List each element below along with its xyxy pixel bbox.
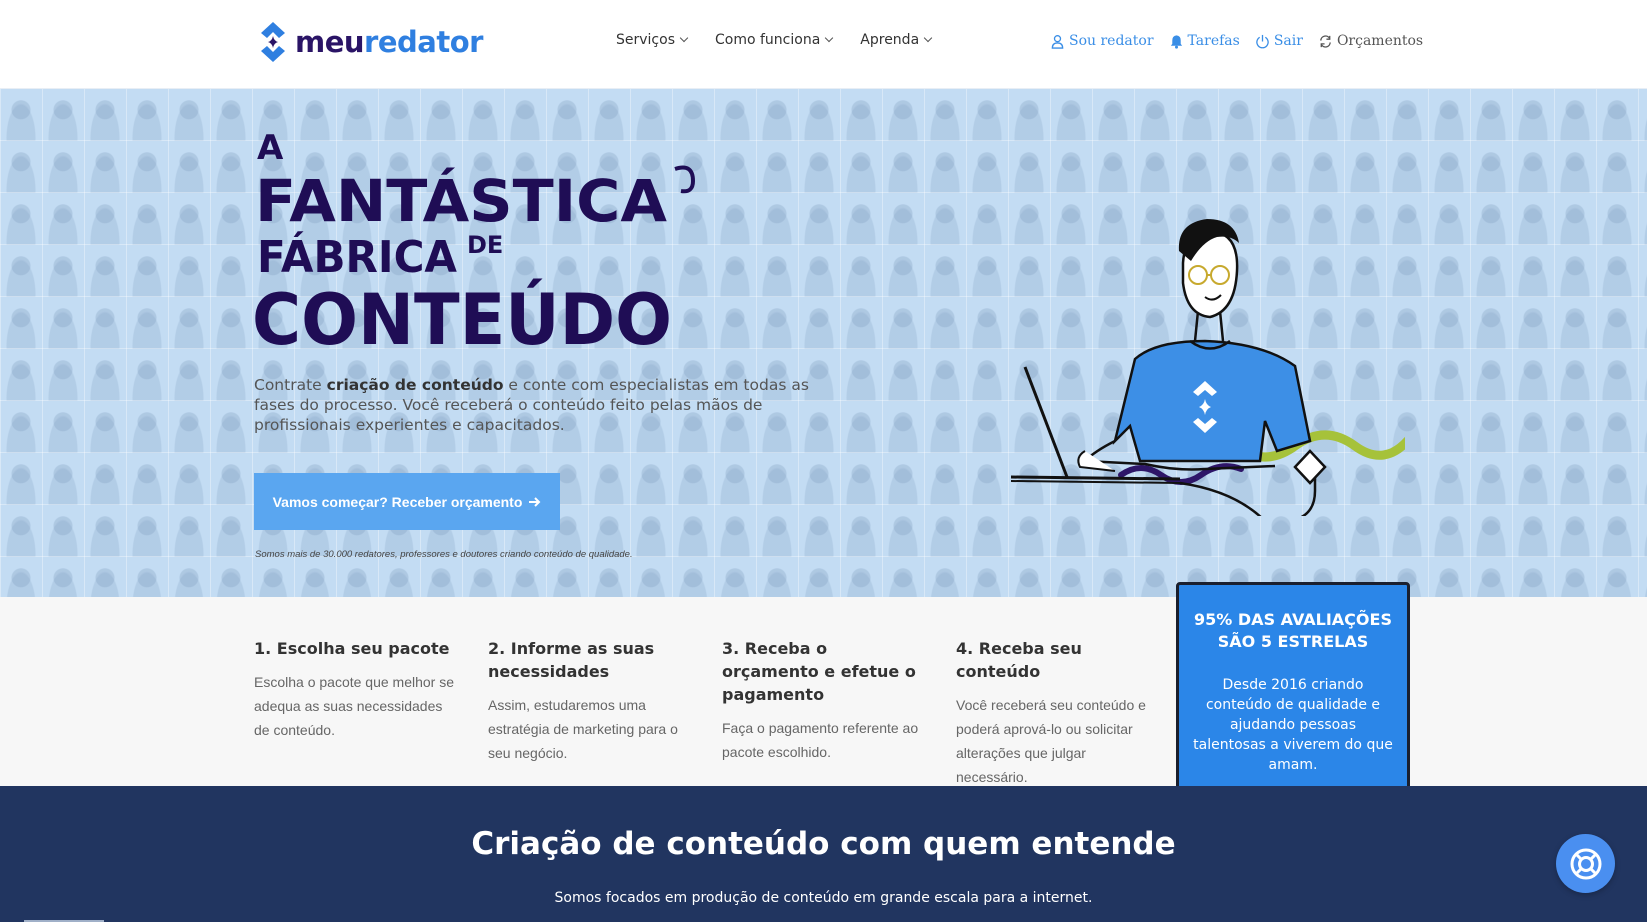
step-title: 2. Informe as suas necessidades	[488, 639, 655, 681]
nav-item-label: Serviços	[616, 32, 675, 48]
tarefas-label: Tarefas	[1187, 33, 1240, 49]
step-text: Escolha o pacote que melhor se adequa as…	[254, 674, 455, 738]
hero-title-line1: A	[257, 129, 284, 168]
nav-item-label: Como funciona	[715, 32, 821, 48]
step-text: Faça o pagamento referente ao pacote esc…	[722, 720, 919, 760]
get-quote-button[interactable]: Vamos começar? Receber orçamento	[254, 473, 560, 530]
chevron-down-icon	[679, 33, 689, 43]
orcamentos-link[interactable]: Orçamentos	[1318, 33, 1423, 49]
sair-link[interactable]: Sair	[1255, 33, 1303, 49]
chevron-down-icon	[923, 33, 933, 43]
tarefas-link[interactable]: Tarefas	[1169, 33, 1240, 49]
nav-item-aprenda[interactable]: Aprenda	[860, 32, 933, 48]
hero-title-line4: CONTEÚDO	[255, 279, 672, 354]
bell-icon	[1170, 34, 1182, 49]
lifebuoy-icon	[1570, 848, 1601, 879]
refresh-icon	[1320, 34, 1331, 48]
sou-redator-label: Sou redator	[1069, 33, 1154, 49]
step-text: Assim, estudaremos uma estratégia de mar…	[488, 697, 678, 761]
step-item: 2. Informe as suas necessidades Assim, e…	[488, 637, 688, 765]
power-icon	[1256, 34, 1269, 48]
step-item: 4. Receba seu conteúdo Você receberá seu…	[956, 637, 1156, 789]
user-icon	[1051, 34, 1064, 49]
chevron-down-icon	[825, 33, 834, 43]
nav-item-label: Aprenda	[860, 32, 920, 48]
site-header: meuredator Serviços Como funciona Aprend…	[0, 0, 1647, 89]
hero-section: A FANTÁSTICA FÁBRICA DE CONTEÚDO Contrat…	[0, 89, 1647, 597]
hero-title-line2: FANTÁSTICA	[255, 166, 667, 235]
user-nav: Sou redator Tarefas Sair Orçamentos	[1050, 33, 1423, 49]
nav-item-servicos[interactable]: Serviços	[616, 32, 689, 48]
sair-label: Sair	[1273, 33, 1303, 49]
logo-mark-icon	[261, 22, 285, 62]
hero-note: Somos mais de 30.000 redatores, professo…	[255, 549, 633, 560]
rating-box: 95% DAS AVALIAÇÕES SÃO 5 ESTRELAS Desde …	[1176, 582, 1410, 795]
orcamentos-label: Orçamentos	[1336, 33, 1424, 49]
step-item: 1. Escolha seu pacote Escolha o pacote q…	[254, 637, 454, 742]
step-title: 1. Escolha seu pacote	[254, 639, 450, 658]
brand-suffix: redator	[364, 25, 483, 59]
hero-desc-bold: criação de conteúdo	[326, 376, 504, 394]
rating-text: Desde 2016 criando conteúdo de qualidade…	[1193, 677, 1393, 773]
brand-prefix: meu	[295, 25, 365, 59]
hero-title-line3b: DE	[467, 231, 503, 259]
writer-illustration	[1010, 219, 1405, 516]
brand-wordmark: meuredator	[295, 25, 483, 59]
main-nav: Serviços Como funciona Aprenda	[616, 32, 933, 48]
step-title: 3. Receba o orçamento e efetue o pagamen…	[722, 639, 916, 704]
brand-logo[interactable]: meuredator	[259, 20, 483, 64]
hero-description: Contrate criação de conteúdo e conte com…	[254, 375, 846, 435]
title-swirl	[674, 165, 696, 194]
sou-redator-link[interactable]: Sou redator	[1050, 33, 1154, 49]
step-title: 4. Receba seu conteúdo	[956, 639, 1082, 681]
help-chat-button[interactable]	[1556, 834, 1615, 893]
content-creation-section: Criação de conteúdo com quem entende Som…	[0, 786, 1647, 922]
nav-item-como-funciona[interactable]: Como funciona	[715, 32, 834, 48]
hero-title-line3a: FÁBRICA	[257, 230, 457, 283]
section-title: Criação de conteúdo com quem entende	[471, 826, 1176, 862]
section-subtitle: Somos focados em produção de conteúdo em…	[554, 890, 1093, 906]
hero-title: A FANTÁSTICA FÁBRICA DE CONTEÚDO	[255, 129, 696, 354]
hero-desc-prefix: Contrate	[254, 376, 327, 394]
step-text: Você receberá seu conteúdo e poderá apro…	[956, 697, 1146, 785]
arrow-right-icon	[529, 496, 541, 507]
get-quote-label: Vamos começar? Receber orçamento	[272, 493, 523, 510]
rating-title: 95% DAS AVALIAÇÕES SÃO 5 ESTRELAS	[1194, 610, 1392, 651]
step-item: 3. Receba o orçamento e efetue o pagamen…	[722, 637, 922, 764]
